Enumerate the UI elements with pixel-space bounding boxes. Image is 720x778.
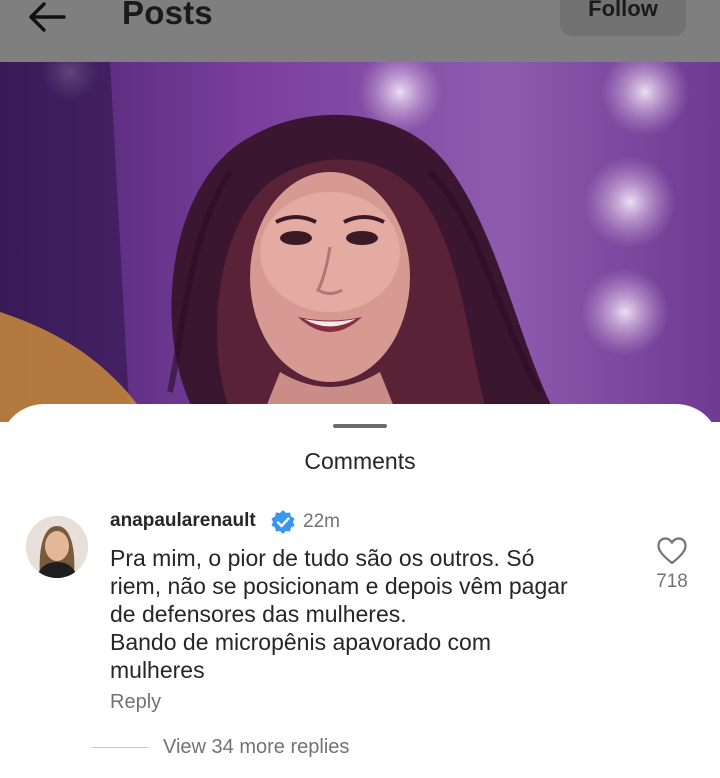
comment-line: de defensores das mulheres. [110,601,407,627]
heart-icon[interactable] [656,536,688,566]
comment-line: mulheres [110,657,205,683]
arrow-left-icon[interactable] [26,0,68,34]
page-title: Posts [122,0,213,31]
post-image[interactable] [0,62,720,422]
comment-line: Pra mim, o pior de tudo são os outros. S… [110,545,535,571]
comment-timestamp: 22m [303,511,340,532]
comments-sheet: Comments anapaularenault 22m Pra mim, o … [0,404,720,778]
replies-divider [92,747,148,748]
avatar[interactable] [26,516,88,578]
like-count: 718 [656,571,688,592]
reply-button[interactable]: Reply [110,691,161,714]
follow-button[interactable]: Follow [560,0,686,36]
comment-username[interactable]: anapaularenault [110,510,256,532]
view-more-replies-button[interactable]: View 34 more replies [163,736,349,759]
drag-handle[interactable] [333,424,387,428]
comment-line: Bando de micropênis apavorado com [110,629,492,655]
sheet-title: Comments [304,448,416,474]
performer-photo [0,62,720,422]
comment-text: Pra mim, o pior de tudo são os outros. S… [110,544,630,684]
user-avatar-image [26,516,88,578]
comment-line: riem, não se posicionam e depois vêm pag… [110,573,568,599]
verified-badge-icon [271,510,295,534]
header-bar: Posts Follow [0,0,720,62]
